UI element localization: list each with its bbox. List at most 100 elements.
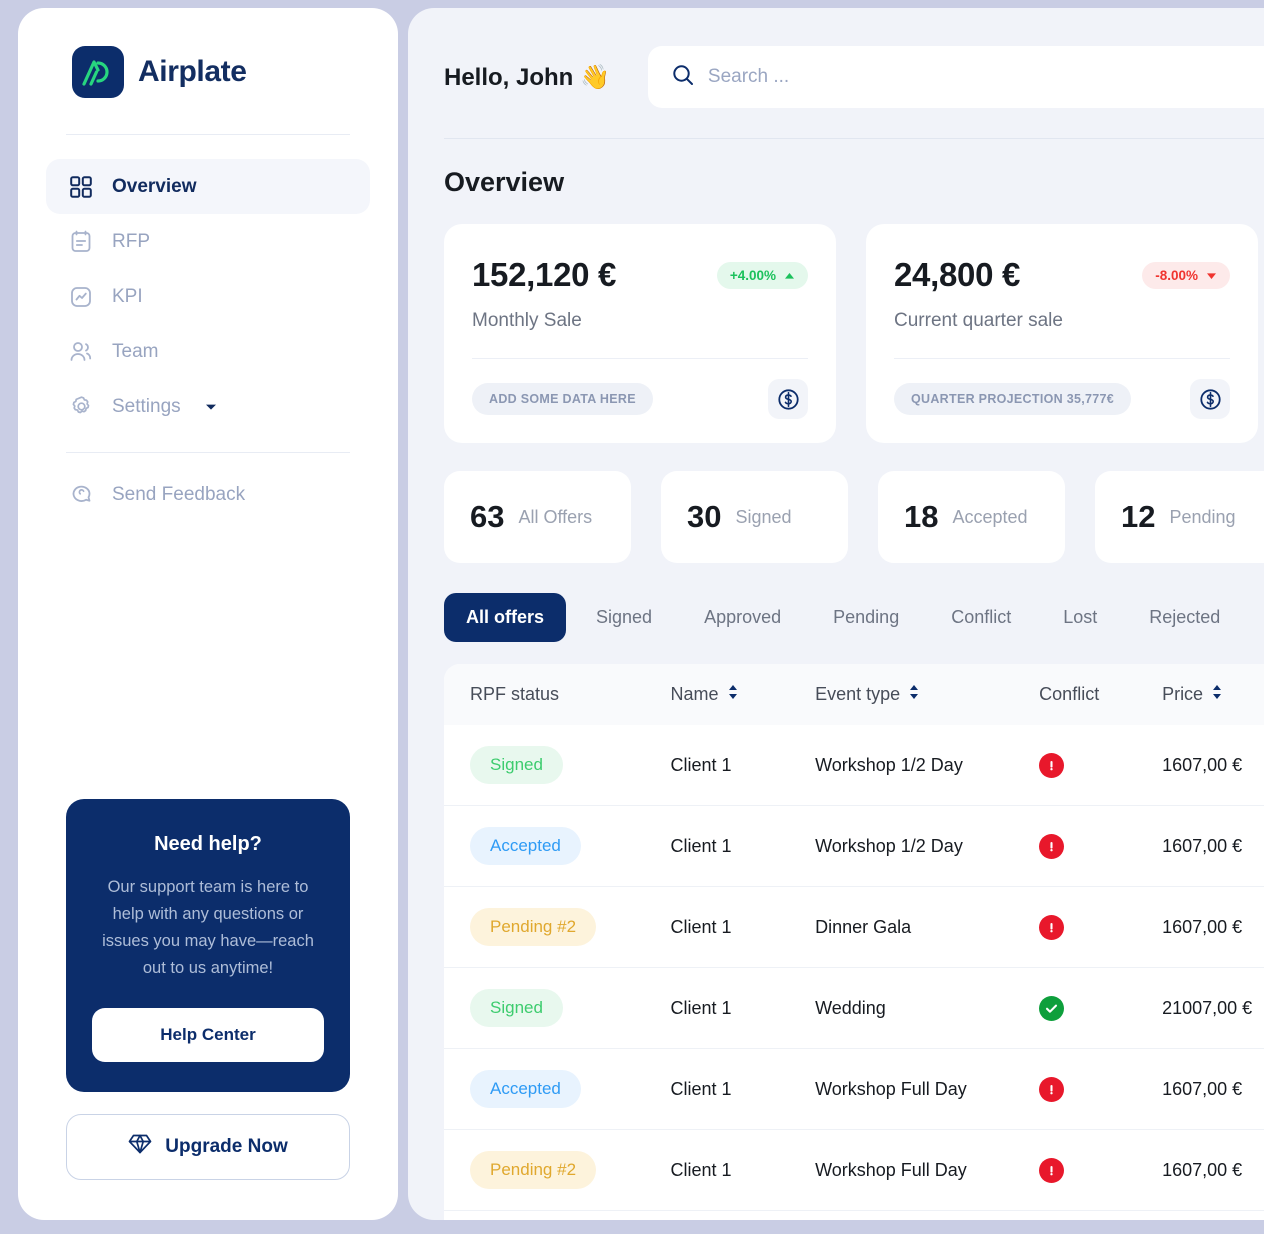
tab-lost[interactable]: Lost bbox=[1041, 593, 1119, 642]
brand-divider bbox=[66, 134, 350, 135]
cell-name: Client 1 bbox=[670, 1210, 816, 1220]
stat-card-hint-pill[interactable]: ADD SOME DATA HERE bbox=[472, 383, 653, 415]
stat-card-quarter-sale: 24,800 € -8.00% Current quarter sale QUA… bbox=[866, 224, 1258, 443]
table-row[interactable]: Accepted Client 1 Workshop Full Day 1607,00… bbox=[444, 1048, 1264, 1130]
conflict-warning-icon bbox=[1039, 914, 1065, 940]
stat-cards-row: 152,120 € +4.00% Monthly Sale ADD SOME D… bbox=[408, 198, 1264, 443]
sidebar-item-team[interactable]: Team bbox=[46, 324, 370, 379]
stat-card-top: 24,800 € -8.00% bbox=[894, 256, 1230, 294]
sidebar-item-label: Settings bbox=[112, 395, 181, 417]
cell-name: Client 1 bbox=[670, 754, 732, 775]
tab-approved[interactable]: Approved bbox=[682, 593, 803, 642]
cell-event-type: Workshop 1/2 Day bbox=[815, 1210, 1040, 1220]
table-row[interactable]: Pending #2Client 1Dinner Gala1607,00 €35 bbox=[444, 886, 1264, 968]
cell-name: Client 1 bbox=[670, 967, 816, 1049]
counter-number: 63 bbox=[470, 499, 505, 534]
nav-divider bbox=[66, 452, 350, 453]
column-header-rpf-status: RPF status bbox=[444, 664, 671, 725]
airplate-logo-icon bbox=[72, 46, 124, 98]
search-input[interactable] bbox=[707, 66, 1264, 88]
sidebar-item-settings[interactable]: Settings bbox=[46, 379, 370, 434]
counter-accepted[interactable]: 18 Accepted bbox=[878, 471, 1065, 563]
sidebar-item-overview[interactable]: Overview bbox=[46, 159, 370, 214]
filter-tabs: All offers Signed Approved Pending Confl… bbox=[408, 563, 1264, 642]
sort-icon[interactable] bbox=[1212, 684, 1222, 705]
column-label: Conflict bbox=[1039, 684, 1100, 704]
cell-price: 1607,00 € bbox=[1162, 1048, 1264, 1130]
sidebar-item-send-feedback[interactable]: Send Feedback bbox=[46, 467, 370, 522]
conflict-warning-icon bbox=[1039, 752, 1065, 778]
table-row[interactable]: AcceptedClient 1Workshop 1/2 Day1607,00 … bbox=[444, 1210, 1264, 1220]
tab-rejected[interactable]: Rejected bbox=[1127, 593, 1242, 642]
table-head: RPF status Name Event type Conflict Pric… bbox=[444, 664, 1264, 725]
stat-card-divider bbox=[472, 358, 808, 359]
cell-conflict bbox=[1039, 1048, 1163, 1130]
help-center-button[interactable]: Help Center bbox=[92, 1008, 324, 1062]
cell-name: Client 1 bbox=[670, 886, 816, 968]
brand: Airplate bbox=[46, 8, 370, 98]
table-header-row: RPF status Name Event type Conflict Pric… bbox=[444, 664, 1264, 725]
diamond-icon bbox=[128, 1133, 152, 1161]
cell-status: Signed bbox=[444, 725, 671, 806]
chevron-down-icon[interactable] bbox=[205, 403, 217, 411]
table-row[interactable]: Pending #2 Client 1 Workshop Full Day 1607,… bbox=[444, 1129, 1264, 1211]
sort-icon[interactable] bbox=[728, 684, 738, 705]
cell-price: 1607,00 € bbox=[1162, 754, 1243, 775]
column-label: Price bbox=[1162, 684, 1204, 704]
column-header-name[interactable]: Name bbox=[670, 664, 816, 725]
cell-status: Signed bbox=[444, 967, 671, 1049]
tab-pending[interactable]: Pending bbox=[811, 593, 921, 642]
counter-pending[interactable]: 12 Pending bbox=[1095, 471, 1264, 563]
search-box[interactable] bbox=[647, 46, 1264, 108]
sort-icon[interactable] bbox=[909, 684, 919, 705]
stat-card-delta-badge: -8.00% bbox=[1142, 262, 1230, 289]
cell-price: 1607,00 € bbox=[1162, 805, 1264, 887]
table-row[interactable]: SignedClient 1Wedding21007,00 €35 bbox=[444, 967, 1264, 1049]
counter-signed[interactable]: 30 Signed bbox=[661, 471, 848, 563]
column-header-event-type[interactable]: Event type bbox=[815, 664, 1040, 725]
conflict-ok-icon bbox=[1039, 995, 1065, 1021]
table-row[interactable]: AcceptedClient 1Workshop 1/2 Day1607,00 … bbox=[444, 805, 1264, 887]
sidebar-item-label: Send Feedback bbox=[112, 483, 246, 505]
column-header-price[interactable]: Price bbox=[1162, 664, 1264, 725]
tab-conflict[interactable]: Conflict bbox=[929, 593, 1033, 642]
status-badge: Accepted bbox=[470, 827, 581, 865]
main-panel: Hello, John 👋 Overview 152,120 € +4.00% bbox=[408, 8, 1264, 1220]
stat-card-hint-pill[interactable]: QUARTER PROJECTION 35,777€ bbox=[894, 383, 1131, 415]
stat-card-top: 152,120 € +4.00% bbox=[472, 256, 808, 294]
status-badge: Pending #2 bbox=[470, 1151, 597, 1189]
stat-card-value: 152,120 € bbox=[472, 256, 617, 293]
cell-status: Accepted bbox=[444, 805, 671, 887]
cell-price: 1607,00 € bbox=[1162, 1210, 1264, 1220]
cell-conflict bbox=[1039, 886, 1163, 968]
brand-name: Airplate bbox=[138, 55, 247, 88]
cell-conflict bbox=[1039, 805, 1163, 887]
stat-card-value: 24,800 € bbox=[894, 256, 1021, 293]
counter-number: 18 bbox=[904, 499, 939, 534]
status-badge: Signed bbox=[470, 989, 563, 1027]
table-row[interactable]: SignedClient 1Workshop 1/2 Day1607,00 €3… bbox=[444, 725, 1264, 806]
status-badge: Signed bbox=[470, 746, 563, 784]
sidebar-bottom-pad bbox=[46, 1180, 370, 1220]
sidebar-item-kpi[interactable]: KPI bbox=[46, 269, 370, 324]
cell-price: 1607,00 € bbox=[1162, 1129, 1264, 1211]
tab-all-offers[interactable]: All offers bbox=[444, 593, 567, 642]
stat-card-divider bbox=[894, 358, 1230, 359]
cell-status: Accepted bbox=[444, 1048, 671, 1130]
users-icon bbox=[68, 339, 94, 365]
status-badge: Pending #2 bbox=[470, 908, 597, 946]
cell-conflict bbox=[1039, 1210, 1163, 1220]
cell-event-type: Workshop 1/2 Day bbox=[815, 805, 1040, 887]
dollar-circle-icon bbox=[768, 379, 808, 419]
sidebar-item-rfp[interactable]: RFP bbox=[46, 214, 370, 269]
upgrade-now-button[interactable]: Upgrade Now bbox=[66, 1114, 350, 1180]
counter-label: Pending bbox=[1169, 506, 1236, 527]
document-icon bbox=[68, 229, 94, 255]
cell-name: Client 1 bbox=[670, 1048, 816, 1130]
tab-signed[interactable]: Signed bbox=[574, 593, 674, 642]
cell-event-type: Wedding bbox=[815, 967, 1040, 1049]
counter-all-offers[interactable]: 63 All Offers bbox=[444, 471, 631, 563]
stat-card-delta-badge: +4.00% bbox=[716, 262, 808, 289]
offers-table: RPF status Name Event type Conflict Pric… bbox=[444, 664, 1264, 1220]
